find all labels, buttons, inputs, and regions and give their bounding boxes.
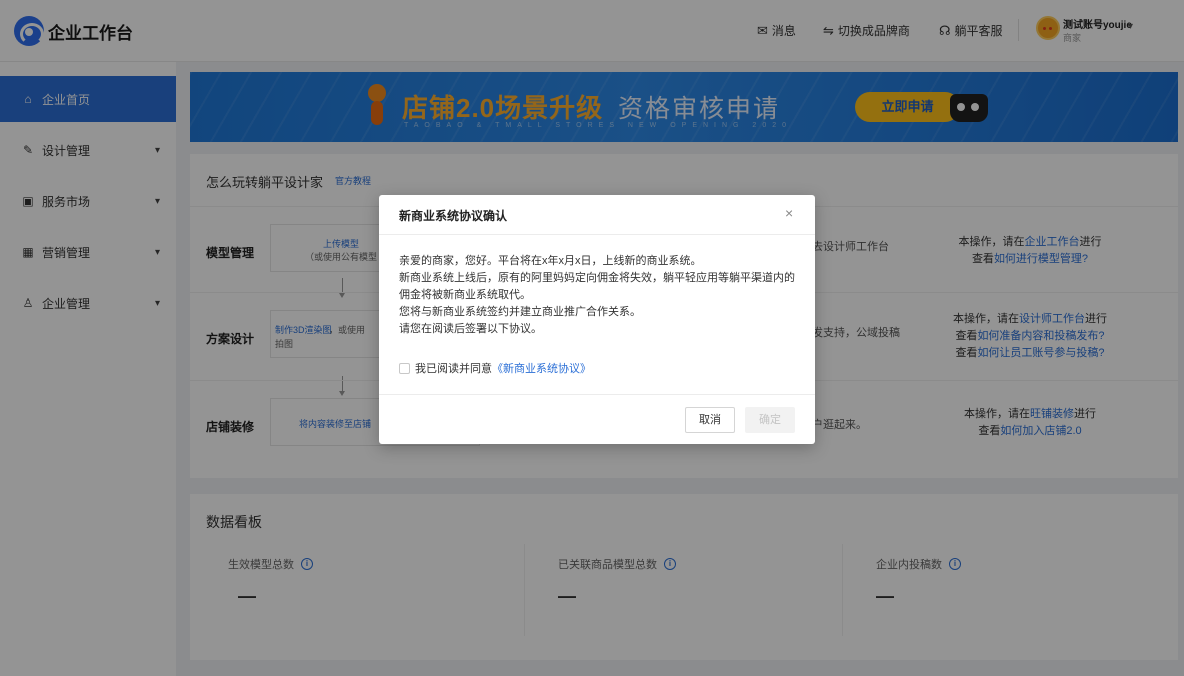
dialog-text-line: 亲爱的商家，您好。平台将在x年x月x日，上线新的商业系统。 — [399, 255, 702, 267]
dialog-text-line: 新商业系统上线后，原有的阿里妈妈定向佣金将失效，躺平轻应用等躺平渠道内的佣金将被… — [399, 272, 795, 301]
agreement-link[interactable]: 《新商业系统协议》 — [492, 360, 591, 376]
agreement-dialog: 新商业系统协议确认 × 亲爱的商家，您好。平台将在x年x月x日，上线新的商业系统… — [379, 195, 815, 444]
agree-label: 我已阅读并同意 — [415, 363, 492, 375]
cancel-button[interactable]: 取消 — [685, 407, 735, 433]
dialog-text-line: 请您在阅读后签署以下协议。 — [399, 323, 542, 335]
dialog-body: 亲爱的商家，您好。平台将在x年x月x日，上线新的商业系统。 新商业系统上线后，原… — [399, 253, 799, 338]
agree-checkbox[interactable] — [399, 362, 410, 374]
confirm-button[interactable]: 确定 — [745, 407, 795, 433]
close-icon[interactable]: × — [785, 205, 793, 221]
agreement-checkbox-row[interactable]: 我已阅读并同意 《新商业系统协议》 — [399, 360, 591, 376]
dialog-title: 新商业系统协议确认 — [399, 209, 508, 223]
dialog-text-line: 您将与新商业系统签约并建立商业推广合作关系。 — [399, 306, 641, 318]
